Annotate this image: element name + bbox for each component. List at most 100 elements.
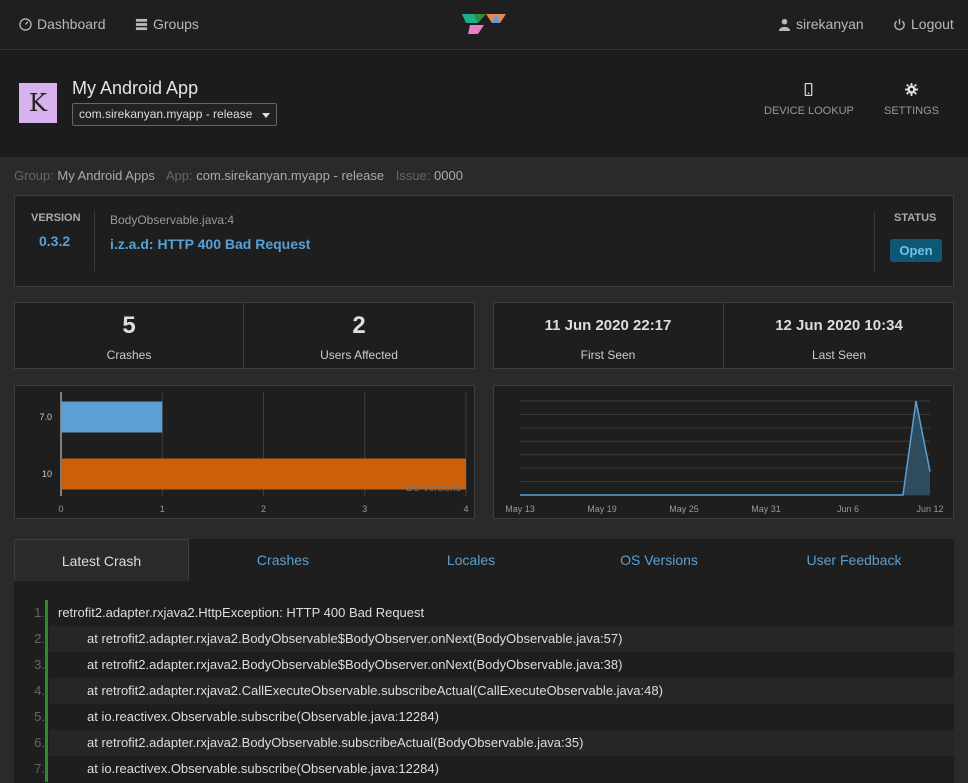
stacktrace-text: at io.reactivex.Observable.subscribe(Obs…: [87, 761, 439, 776]
breadcrumb: Group: My Android Apps App: com.sirekany…: [14, 168, 463, 183]
x-tick-label: 3: [362, 504, 367, 514]
version-label: VERSION: [31, 212, 81, 224]
breadcrumb-group-value[interactable]: My Android Apps: [57, 168, 155, 183]
status-badge[interactable]: Open: [890, 239, 942, 262]
app-logo[interactable]: [462, 13, 508, 35]
user-icon: [778, 18, 791, 31]
settings-label: SETTINGS: [884, 105, 940, 117]
breadcrumb-group-label: Group:: [14, 168, 54, 183]
gear-icon: [905, 83, 918, 96]
status-label: STATUS: [894, 212, 937, 224]
top-navbar: Dashboard Groups sirekanyan Logout: [0, 0, 968, 50]
x-axis-label: OS Versions: [405, 483, 461, 494]
divider: [874, 211, 875, 271]
stacktrace-text: at retrofit2.adapter.rxjava2.BodyObserva…: [87, 657, 623, 672]
mobile-phone-icon: [805, 83, 813, 96]
stacktrace-view: 1. retrofit2.adapter.rxjava2.HttpExcepti…: [14, 581, 954, 783]
tab-locales[interactable]: Locales: [401, 539, 541, 581]
version-value[interactable]: 0.3.2: [39, 233, 70, 249]
divider: [94, 211, 95, 271]
first-seen-label: First Seen: [580, 348, 636, 362]
x-tick-label: 4: [463, 504, 468, 514]
x-tick-label: May 25: [669, 504, 699, 514]
os-versions-chart-panel: 0 1 2 3 4 7.0 10 OS Versions: [14, 385, 475, 519]
nav-logout-link[interactable]: Logout: [893, 16, 954, 32]
app-title: My Android App: [72, 78, 199, 98]
app-version-select[interactable]: com.sirekanyan.myapp - release: [72, 103, 278, 126]
stacktrace-line: 7. at io.reactivex.Observable.subscribe(…: [14, 756, 954, 782]
crash-timeline-chart-panel: May 13 May 19 May 25 May 31 Jun 6 Jun 12: [493, 385, 954, 519]
stacktrace-text: retrofit2.adapter.rxjava2.HttpException:…: [58, 605, 425, 620]
crash-timeline-area-chart: May 13 May 19 May 25 May 31 Jun 6 Jun 12: [505, 400, 944, 514]
line-number: 4.: [34, 683, 45, 698]
device-lookup-label: DEVICE LOOKUP: [764, 105, 854, 117]
stacktrace-line: 2. at retrofit2.adapter.rxjava2.BodyObse…: [14, 626, 954, 652]
stacktrace-line: 1. retrofit2.adapter.rxjava2.HttpExcepti…: [14, 600, 954, 626]
crashes-label: Crashes: [106, 348, 152, 362]
users-affected-count: 2: [352, 312, 366, 339]
issue-title[interactable]: i.z.a.d: HTTP 400 Bad Request: [110, 236, 310, 252]
stacktrace-text: at retrofit2.adapter.rxjava2.BodyObserva…: [49, 730, 954, 756]
line-number: 3.: [34, 657, 45, 672]
nav-dashboard-link[interactable]: Dashboard: [19, 16, 106, 32]
x-tick-label: Jun 6: [837, 504, 859, 514]
stacktrace-line: 3. at retrofit2.adapter.rxjava2.BodyObse…: [14, 652, 954, 678]
tab-user-feedback[interactable]: User Feedback: [784, 539, 924, 581]
y-tick-label: 7.0: [39, 412, 52, 422]
issue-file: BodyObservable.java:4: [110, 213, 235, 227]
os-versions-bar-chart: 0 1 2 3 4 7.0 10 OS Versions: [39, 392, 469, 514]
tab-os-versions[interactable]: OS Versions: [589, 539, 729, 581]
last-seen-stat: 12 Jun 2020 10:34 Last Seen: [724, 302, 954, 369]
line-number: 1.: [34, 605, 45, 620]
line-number: 2.: [34, 631, 45, 646]
groups-icon: [135, 18, 148, 30]
x-tick-label: May 31: [751, 504, 781, 514]
stacktrace-text: at io.reactivex.Observable.subscribe(Obs…: [87, 709, 439, 724]
stacktrace-text: at retrofit2.adapter.rxjava2.CallExecute…: [49, 678, 954, 704]
users-affected-label: Users Affected: [320, 348, 398, 362]
area-fill: [520, 401, 930, 495]
breadcrumb-issue-label: Issue:: [395, 168, 431, 183]
crashes-count: 5: [122, 312, 136, 339]
stacktrace-line: 5. at io.reactivex.Observable.subscribe(…: [14, 704, 954, 730]
app-avatar: K: [19, 83, 57, 123]
stacktrace-line: 6. at retrofit2.adapter.rxjava2.BodyObse…: [14, 730, 954, 756]
stacktrace-text: at retrofit2.adapter.rxjava2.BodyObserva…: [49, 626, 954, 652]
last-seen-date: 12 Jun 2020 10:34: [775, 317, 903, 334]
x-tick-label: May 13: [505, 504, 535, 514]
tab-crashes[interactable]: Crashes: [213, 539, 353, 581]
y-tick-label: 10: [42, 469, 52, 479]
nav-groups-label: Groups: [153, 16, 199, 32]
first-seen-stat: 11 Jun 2020 22:17 First Seen: [493, 302, 723, 369]
device-lookup-button[interactable]: DEVICE LOOKUP: [764, 83, 854, 117]
tab-latest-crash[interactable]: Latest Crash: [14, 539, 189, 581]
series-line: [520, 400, 931, 496]
x-tick-label: 2: [261, 504, 266, 514]
nav-logout-label: Logout: [911, 16, 954, 32]
x-tick-label: 1: [160, 504, 165, 514]
bar: [61, 401, 163, 433]
dashboard-icon: [19, 17, 32, 31]
last-seen-label: Last Seen: [811, 348, 867, 362]
x-tick-label: 0: [58, 504, 63, 514]
nav-groups-link[interactable]: Groups: [135, 16, 199, 32]
line-number: 6.: [34, 735, 45, 750]
breadcrumb-app-value[interactable]: com.sirekanyan.myapp - release: [196, 168, 384, 183]
stacktrace-line: 4. at retrofit2.adapter.rxjava2.CallExec…: [14, 678, 954, 704]
nav-user-link[interactable]: sirekanyan: [778, 16, 864, 32]
breadcrumb-issue-value: 0000: [434, 168, 463, 183]
breadcrumb-app-label: App:: [165, 168, 193, 183]
power-icon: [894, 18, 905, 30]
nav-user-label: sirekanyan: [796, 16, 864, 32]
first-seen-date: 11 Jun 2020 22:17: [544, 317, 672, 334]
nav-dashboard-label: Dashboard: [37, 16, 106, 32]
x-tick-label: May 19: [587, 504, 617, 514]
issue-tabs: Latest Crash Crashes Locales OS Versions…: [14, 539, 954, 581]
crashes-stat: 5 Crashes: [14, 302, 244, 369]
caret-down-icon: [262, 113, 271, 118]
app-version-select-value: com.sirekanyan.myapp - release: [79, 107, 253, 121]
line-number: 7.: [34, 761, 45, 776]
settings-button[interactable]: SETTINGS: [884, 83, 939, 117]
issue-summary-panel: VERSION 0.3.2 BodyObservable.java:4 i.z.…: [14, 195, 954, 287]
x-tick-label: Jun 12: [916, 504, 943, 514]
